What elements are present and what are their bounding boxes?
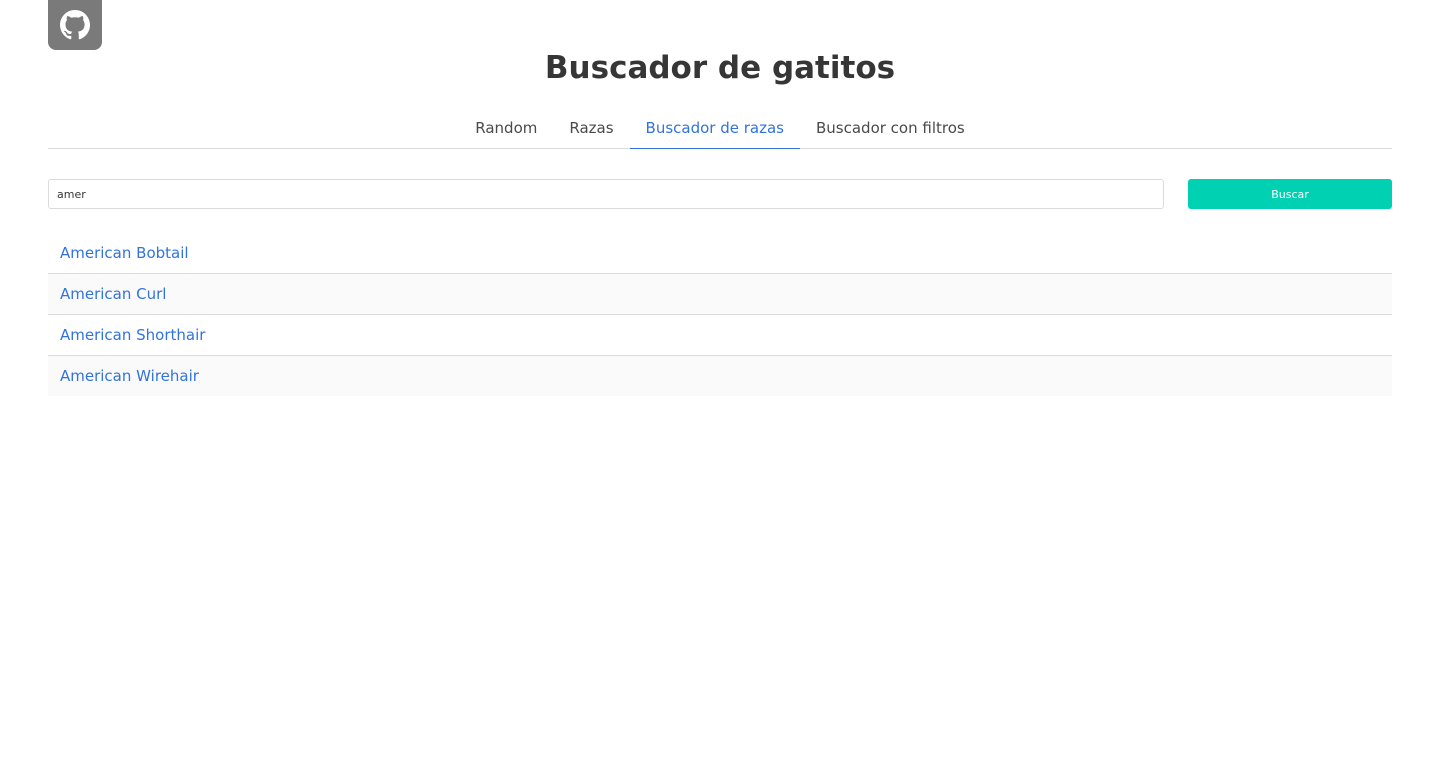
list-item[interactable]: American Curl <box>48 274 1392 315</box>
search-button[interactable]: Buscar <box>1188 179 1392 209</box>
search-input[interactable] <box>48 179 1164 209</box>
page-title: Buscador de gatitos <box>544 50 896 86</box>
tab-buscador-con-filtros[interactable]: Buscador con filtros <box>800 109 981 149</box>
list-item[interactable]: American Bobtail <box>48 233 1392 274</box>
list-item[interactable]: American Shorthair <box>48 315 1392 356</box>
results-list: American Bobtail American Curl American … <box>48 233 1392 396</box>
tab-razas[interactable]: Razas <box>553 109 629 149</box>
github-icon <box>60 10 90 40</box>
tab-random[interactable]: Random <box>459 109 553 149</box>
tab-buscador-de-razas[interactable]: Buscador de razas <box>629 109 800 149</box>
github-link[interactable] <box>48 0 102 50</box>
tabs-nav: Random Razas Buscador de razas Buscador … <box>48 109 1392 149</box>
list-item[interactable]: American Wirehair <box>48 356 1392 396</box>
